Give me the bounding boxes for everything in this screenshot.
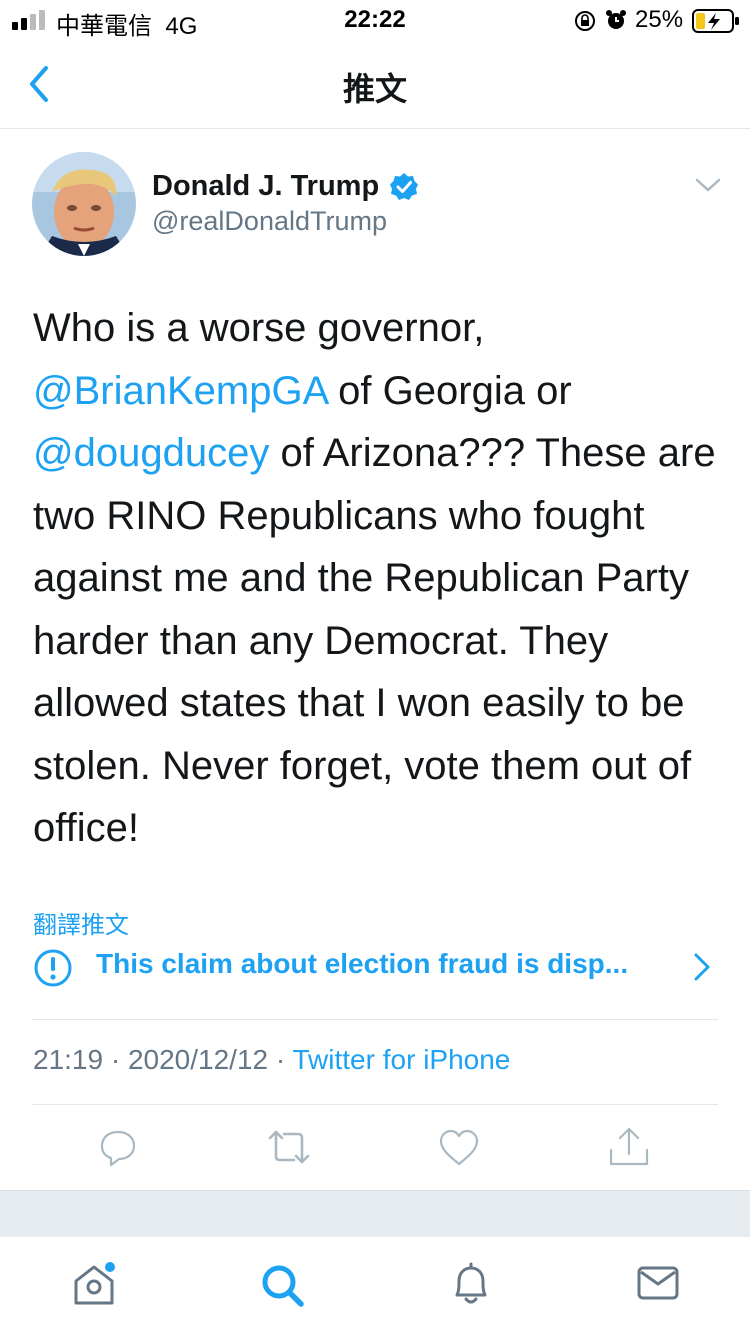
tweet-text: Who is a worse governor, @BrianKempGA of…: [33, 297, 723, 860]
tweet-text-part: of Georgia or: [327, 368, 572, 413]
heart-icon[interactable]: [438, 1128, 480, 1168]
battery-percent: 25%: [635, 6, 684, 33]
tweet-date: 2020/12/12: [127, 1044, 269, 1075]
mention-link[interactable]: @dougducey: [33, 431, 269, 475]
separator: ·: [275, 1044, 286, 1075]
tweet-time: 21:19: [33, 1044, 104, 1075]
battery-icon: [692, 9, 739, 33]
tab-bar: [0, 1237, 750, 1334]
reply-icon[interactable]: [98, 1128, 138, 1168]
bell-icon[interactable]: [450, 1261, 492, 1309]
author-name[interactable]: Donald J. Trump: [152, 170, 379, 203]
section-separator: [0, 1190, 750, 1238]
author-handle[interactable]: @realDonaldTrump: [152, 206, 387, 237]
alarm-icon: [606, 10, 626, 29]
separator: ·: [110, 1044, 121, 1075]
tweet-text-part: Who is a worse governor,: [33, 306, 485, 350]
home-icon[interactable]: [70, 1261, 120, 1309]
nav-header: 推文: [0, 40, 750, 129]
chevron-down-icon[interactable]: [694, 176, 722, 194]
tweet-source[interactable]: Twitter for iPhone: [293, 1044, 511, 1075]
divider: [32, 1104, 718, 1105]
mention-link[interactable]: @BrianKempGA: [33, 369, 327, 413]
chevron-right-icon: [694, 953, 710, 981]
exclamation-circle-icon: [34, 949, 72, 987]
orientation-lock-icon: [575, 11, 595, 31]
page-title: 推文: [342, 71, 407, 107]
mail-icon[interactable]: [636, 1265, 680, 1303]
avatar[interactable]: [32, 152, 136, 256]
claim-label: This claim about election fraud is disp.…: [96, 948, 629, 979]
translate-tweet-link[interactable]: 翻譯推文: [33, 905, 129, 940]
status-bar: 中華電信 4G 22:22 25%: [0, 0, 750, 40]
share-icon[interactable]: [608, 1126, 650, 1168]
tweet-meta: 21:19 · 2020/12/12 · Twitter for iPhone: [33, 1044, 510, 1076]
search-icon[interactable]: [260, 1263, 306, 1309]
divider: [32, 1019, 718, 1020]
tweet-text-part: of Arizona??? These are two RINO Republi…: [33, 431, 716, 850]
verified-badge-icon: [390, 173, 418, 200]
retweet-icon[interactable]: [266, 1128, 312, 1168]
